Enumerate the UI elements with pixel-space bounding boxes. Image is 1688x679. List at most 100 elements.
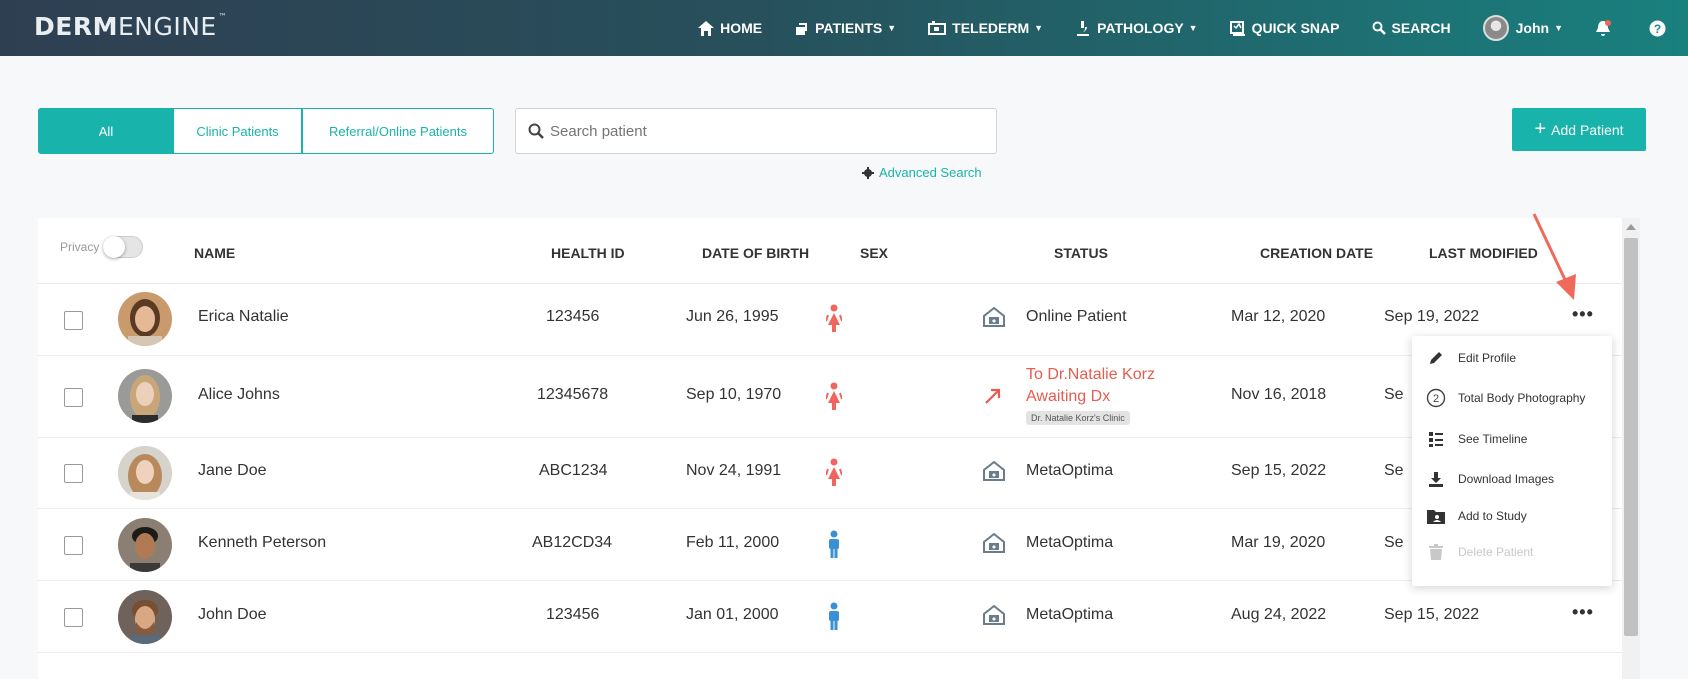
logo-light-text: ENGINE [117, 12, 217, 41]
female-icon [826, 382, 842, 410]
row-checkbox[interactable] [64, 311, 83, 330]
scroll-thumb[interactable] [1624, 238, 1638, 636]
menu-item-edit-profile[interactable]: Edit Profile [1426, 348, 1516, 368]
last-modified: Se [1384, 534, 1404, 551]
menu-item-see-timeline[interactable]: See Timeline [1426, 429, 1527, 449]
table-row[interactable]: John Doe 123456 Jan 01, 2000 MetaOptima … [38, 581, 1622, 653]
search-icon [1372, 21, 1386, 35]
row-checkbox[interactable] [64, 536, 83, 555]
patients-table: Privacy NAME HEALTH ID DATE OF BIRTH SEX… [38, 218, 1622, 679]
filter-clinic-patients-button[interactable]: Clinic Patients [174, 108, 302, 154]
more-actions-icon[interactable]: ••• [1572, 602, 1594, 623]
menu-item-add-to-study[interactable]: Add to Study [1426, 506, 1527, 526]
chevron-down-icon: ▼ [887, 23, 897, 33]
status-text: Online Patient [1026, 308, 1127, 325]
filter-referral-online-button[interactable]: Referral/Online Patients [302, 108, 494, 154]
nav-patients[interactable]: PATIENTS ▼ [794, 20, 896, 36]
patient-name[interactable]: Kenneth Peterson [198, 534, 326, 552]
help-icon: ? [1649, 20, 1666, 36]
nav-quick-snap-label: QUICK SNAP [1251, 20, 1340, 36]
avatar [118, 518, 172, 572]
chevron-down-icon: ▼ [1554, 23, 1563, 33]
total-body-icon: 2 [1426, 388, 1446, 408]
download-icon [1426, 469, 1446, 489]
column-header-date-of-birth[interactable]: DATE OF BIRTH [702, 245, 809, 261]
nav-telederm[interactable]: TELEDERM ▼ [928, 20, 1043, 36]
date-of-birth: Nov 24, 1991 [686, 462, 782, 479]
last-modified: Sep 19, 2022 [1384, 308, 1480, 325]
toggle-knob [103, 236, 126, 258]
nav-quick-snap[interactable]: QUICK SNAP [1229, 20, 1340, 36]
annotation-arrow-icon [1532, 213, 1576, 300]
row-checkbox[interactable] [64, 608, 83, 627]
column-header-name[interactable]: NAME [194, 245, 235, 261]
filter-all-button[interactable]: All [38, 108, 174, 154]
privacy-control: Privacy [60, 236, 144, 258]
date-of-birth: Jun 26, 1995 [686, 308, 779, 325]
top-navigation-bar: DERMENGINE ™ HOME PATIENTS ▼ TELEDERM ▼ P… [0, 0, 1688, 56]
table-row[interactable]: Kenneth Peterson AB12CD34 Feb 11, 2000 M… [38, 509, 1622, 581]
clinic-tag: Dr. Natalie Korz's Clinic [1026, 411, 1130, 425]
health-id: ABC1234 [539, 462, 608, 479]
menu-item-download-images[interactable]: Download Images [1426, 469, 1554, 489]
avatar [118, 369, 172, 423]
quick-snap-icon [1229, 20, 1245, 36]
nav-pathology[interactable]: PATHOLOGY ▼ [1075, 20, 1198, 36]
nav-user-menu[interactable]: John ▼ [1482, 15, 1563, 41]
referral-arrow-icon [985, 388, 1001, 404]
menu-item-label: Download Images [1458, 472, 1555, 486]
patient-name[interactable]: Erica Natalie [198, 308, 289, 326]
nav-telederm-label: TELEDERM [952, 20, 1030, 36]
menu-item-label: Total Body Photography [1458, 391, 1586, 405]
search-box [515, 108, 997, 154]
table-row[interactable]: Jane Doe ABC1234 Nov 24, 1991 MetaOptima… [38, 438, 1622, 509]
patient-name[interactable]: Jane Doe [198, 462, 267, 480]
column-header-last-modified[interactable]: LAST MODIFIED [1429, 245, 1538, 261]
search-patient-input[interactable] [550, 122, 970, 140]
privacy-toggle[interactable] [103, 236, 144, 258]
scroll-up-arrow-icon[interactable] [1626, 224, 1636, 230]
add-patient-label: Add Patient [1551, 121, 1624, 138]
dermengine-logo[interactable]: DERMENGINE ™ [34, 12, 227, 41]
menu-item-total-body-photography[interactable]: 2 Total Body Photography [1426, 388, 1585, 408]
creation-date: Nov 16, 2018 [1231, 386, 1327, 403]
column-header-health-id[interactable]: HEALTH ID [551, 245, 625, 261]
nav-notifications[interactable] [1595, 19, 1617, 37]
column-header-sex[interactable]: SEX [860, 245, 888, 261]
health-id: 123456 [546, 308, 600, 325]
status-text: MetaOptima [1026, 534, 1114, 551]
row-checkbox[interactable] [64, 388, 83, 407]
creation-date: Aug 24, 2022 [1231, 606, 1327, 623]
creation-date: Mar 19, 2020 [1231, 534, 1326, 551]
column-header-creation-date[interactable]: CREATION DATE [1260, 245, 1373, 261]
nav-help[interactable]: ? [1649, 20, 1672, 37]
menu-item-label: Add to Study [1458, 509, 1527, 523]
clinic-patient-icon [983, 532, 1005, 553]
nav-home[interactable]: HOME [698, 20, 762, 36]
avatar [118, 292, 172, 346]
add-patient-button[interactable]: + Add Patient [1512, 108, 1646, 151]
search-icon [528, 123, 544, 139]
nav-items: HOME PATIENTS ▼ TELEDERM ▼ PATHOLOGY ▼ Q… [698, 0, 1688, 56]
menu-item-label: Edit Profile [1458, 351, 1517, 365]
table-row[interactable]: Erica Natalie 123456 Jun 26, 1995 Online… [38, 284, 1622, 356]
health-id: AB12CD34 [532, 534, 613, 551]
total-body-badge: 2 [1433, 393, 1439, 405]
advanced-search-label: Advanced Search [879, 165, 982, 180]
nav-search[interactable]: SEARCH [1372, 20, 1451, 36]
more-actions-icon[interactable]: ••• [1572, 304, 1594, 325]
referral-status-line2: Awaiting Dx [1026, 388, 1111, 405]
row-actions-menu: Edit Profile 2 Total Body Photography Se… [1412, 336, 1612, 586]
table-scrollbar[interactable] [1622, 218, 1640, 679]
patient-name[interactable]: John Doe [198, 606, 267, 624]
status-text: MetaOptima [1026, 606, 1114, 623]
column-header-status[interactable]: STATUS [1054, 245, 1108, 261]
row-checkbox[interactable] [64, 464, 83, 483]
bell-icon [1596, 19, 1611, 36]
clinic-patient-icon [983, 604, 1005, 625]
advanced-search-link[interactable]: Advanced Search [862, 165, 982, 180]
patient-name[interactable]: Alice Johns [198, 386, 280, 404]
nav-search-label: SEARCH [1391, 20, 1451, 36]
table-row[interactable]: Alice Johns 12345678 Sep 10, 1970 To Dr.… [38, 356, 1622, 438]
referral-status-line1[interactable]: To Dr.Natalie Korz [1026, 364, 1155, 386]
